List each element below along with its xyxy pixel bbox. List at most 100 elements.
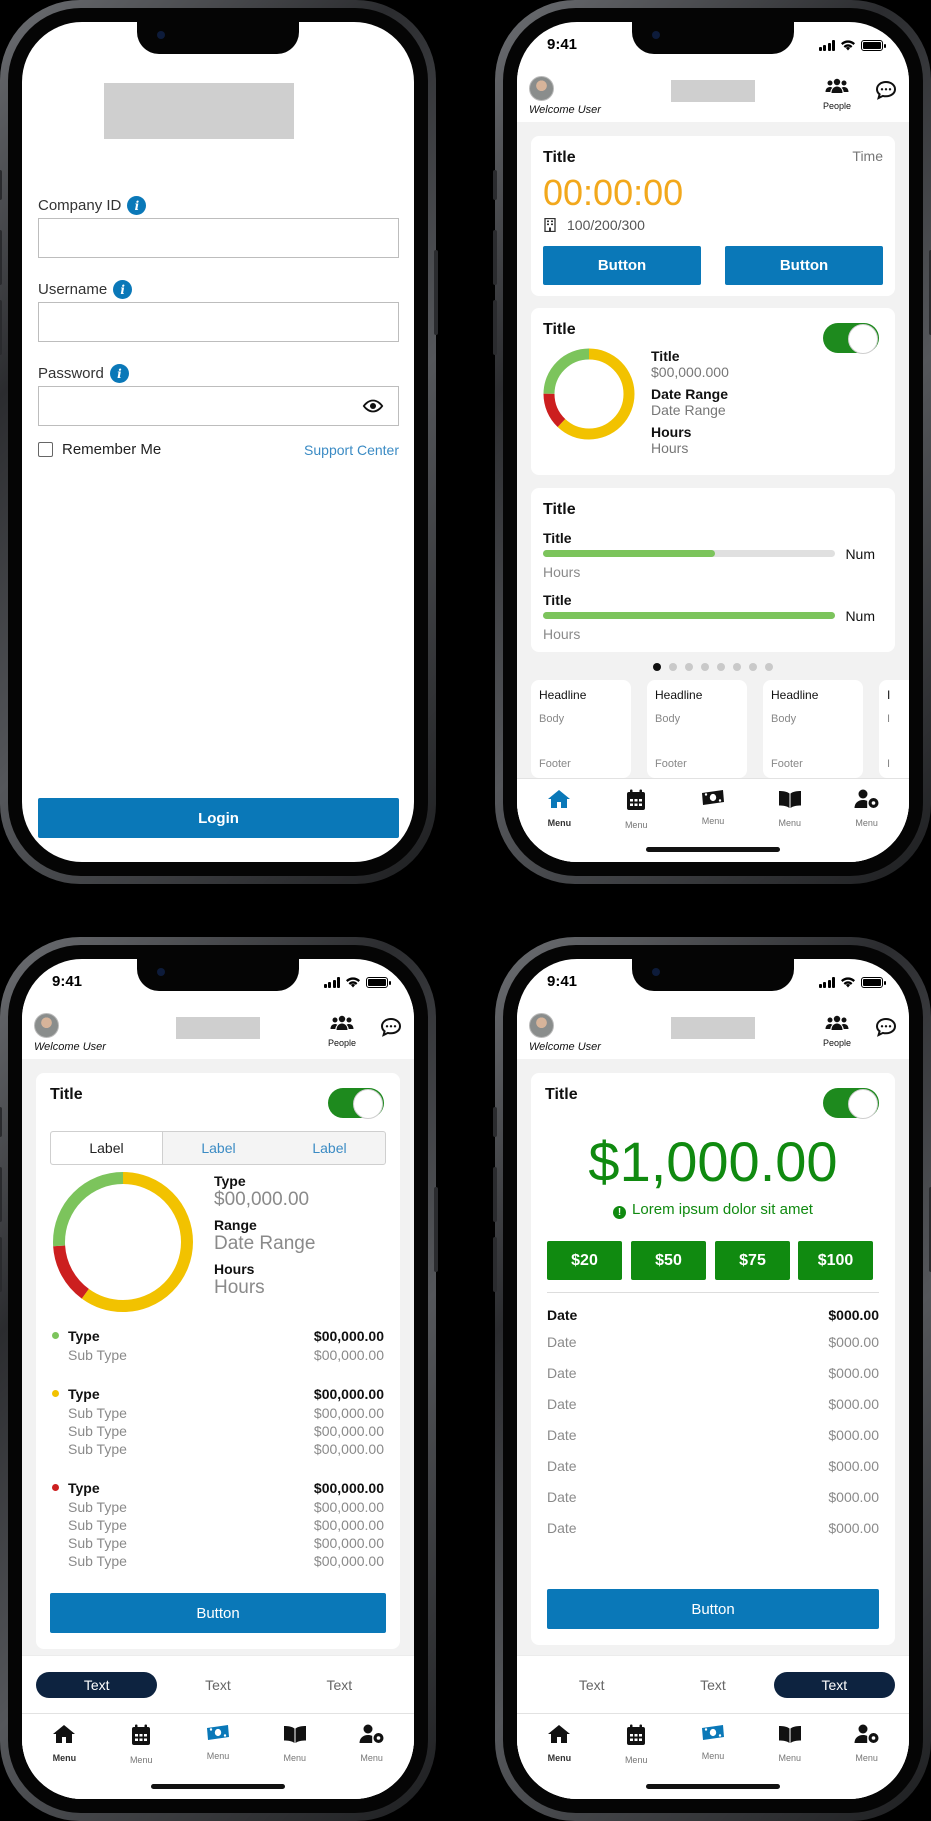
breakdown-card: Title Label Label Label Type $00,000.00 … xyxy=(36,1073,400,1649)
timer-button-1[interactable]: Button xyxy=(543,246,701,285)
tab-label[interactable]: Label xyxy=(51,1132,163,1164)
mini-card[interactable]: I I I xyxy=(879,680,909,778)
people-button[interactable]: People xyxy=(813,1015,861,1048)
pill-option[interactable]: Text xyxy=(279,1672,400,1698)
summary-toggle[interactable] xyxy=(823,323,879,354)
mini-card[interactable]: Headline Body Footer xyxy=(531,680,631,778)
mini-card-carousel[interactable]: Headline Body Footer Headline Body Foote… xyxy=(531,680,909,778)
side-button xyxy=(434,250,438,335)
home-indicator xyxy=(646,847,780,852)
avatar[interactable] xyxy=(529,76,554,101)
signal-icon xyxy=(323,976,340,988)
pager-dot[interactable] xyxy=(733,663,741,671)
mini-card-body: I xyxy=(887,713,891,725)
company-id-input[interactable] xyxy=(38,218,399,258)
pill-option[interactable]: Text xyxy=(531,1672,652,1698)
legend-type: Type xyxy=(68,1480,100,1496)
remember-me-label: Remember Me xyxy=(62,441,162,458)
side-button xyxy=(0,1167,2,1222)
company-id-label: Company ID i xyxy=(38,196,147,215)
legend-amount: $00,000.00 xyxy=(313,1480,384,1496)
password-label: Password i xyxy=(38,364,129,383)
mini-card[interactable]: Headline Body Footer xyxy=(763,680,863,778)
mini-card[interactable]: Headline Body Footer xyxy=(647,680,747,778)
card-title: Title xyxy=(543,501,576,518)
show-password-eye-icon[interactable] xyxy=(362,398,384,414)
pill-option[interactable]: Text xyxy=(36,1671,158,1698)
carousel-pager[interactable] xyxy=(653,663,773,671)
legend-dot xyxy=(52,1390,59,1397)
people-button[interactable]: People xyxy=(813,78,861,111)
chat-icon[interactable] xyxy=(875,1017,897,1037)
info-icon: ! xyxy=(613,1206,627,1219)
nav-item-home[interactable]: Menu xyxy=(521,779,598,862)
pager-dot[interactable] xyxy=(669,663,677,671)
nav-item-user-settings[interactable]: Menu xyxy=(828,1714,905,1799)
progress-row-title: Title xyxy=(543,592,572,608)
nav-item-user-settings[interactable]: Menu xyxy=(828,779,905,862)
pager-dot[interactable] xyxy=(749,663,757,671)
history-row: Date $000.00 xyxy=(547,1458,879,1474)
pill-option[interactable]: Text xyxy=(773,1671,895,1698)
user-settings-icon xyxy=(359,1724,385,1744)
info-icon[interactable]: i xyxy=(109,364,129,383)
pager-dot[interactable] xyxy=(653,663,661,671)
user-settings-icon xyxy=(854,789,880,809)
home-indicator xyxy=(151,1784,285,1789)
pill-option[interactable]: Text xyxy=(652,1672,773,1698)
card-title: Title xyxy=(543,149,576,166)
username-input[interactable] xyxy=(38,302,399,342)
nav-item-home[interactable]: Menu xyxy=(26,1714,103,1799)
remember-me-checkbox[interactable] xyxy=(38,442,53,457)
info-icon[interactable]: i xyxy=(127,196,147,215)
timer-card: Title Time 00:00:00 100/200/300 Button B… xyxy=(531,136,895,296)
password-input[interactable] xyxy=(38,386,399,426)
chat-icon[interactable] xyxy=(380,1017,402,1037)
breakdown-screen: 9:41 Welcome User People Title Label Lab… xyxy=(22,959,414,1799)
pager-dot[interactable] xyxy=(717,663,725,671)
legend-dot xyxy=(52,1332,59,1339)
calendar-icon xyxy=(626,1724,646,1746)
side-button xyxy=(0,170,2,200)
people-button[interactable]: People xyxy=(318,1015,366,1048)
pager-dot[interactable] xyxy=(701,663,709,671)
tab-label[interactable]: Label xyxy=(274,1132,385,1164)
avatar[interactable] xyxy=(34,1013,59,1038)
sub-amount: $00,000.00 xyxy=(313,1517,384,1533)
pager-dot[interactable] xyxy=(765,663,773,671)
quick-amount-button[interactable]: $50 xyxy=(631,1241,706,1280)
divider xyxy=(547,1292,879,1293)
login-button[interactable]: Login xyxy=(38,798,399,838)
nav-item-home[interactable]: Menu xyxy=(521,1714,598,1799)
pager-dot[interactable] xyxy=(685,663,693,671)
pill-option[interactable]: Text xyxy=(157,1672,278,1698)
support-center-link[interactable]: Support Center xyxy=(304,442,399,458)
signal-icon xyxy=(818,976,835,988)
wifi-icon xyxy=(841,40,855,51)
summary-item-value: Hours xyxy=(651,440,689,456)
sub-amount: $00,000.00 xyxy=(313,1347,384,1363)
calendar-icon xyxy=(626,789,646,811)
timer-button-2[interactable]: Button xyxy=(725,246,883,285)
breakdown-item-label: Type xyxy=(214,1173,246,1189)
quick-amount-button[interactable]: $20 xyxy=(547,1241,622,1280)
info-icon[interactable]: i xyxy=(113,280,133,299)
breakdown-button[interactable]: Button xyxy=(50,1593,386,1633)
building-icon xyxy=(544,218,556,232)
quick-amount-button[interactable]: $100 xyxy=(798,1241,873,1280)
breakdown-toggle[interactable] xyxy=(328,1088,384,1119)
nav-item-user-settings[interactable]: Menu xyxy=(333,1714,410,1799)
history-row: Date $000.00 xyxy=(547,1427,879,1443)
legend-type: Type xyxy=(68,1386,100,1402)
quick-amount-button[interactable]: $75 xyxy=(715,1241,790,1280)
dashboard-content: Title Time 00:00:00 100/200/300 Button B… xyxy=(517,122,909,862)
tab-label[interactable]: Label xyxy=(163,1132,274,1164)
payment-button[interactable]: Button xyxy=(547,1589,879,1629)
book-icon xyxy=(778,1724,802,1744)
chat-icon[interactable] xyxy=(875,80,897,100)
payment-toggle[interactable] xyxy=(823,1088,879,1119)
side-button xyxy=(493,1107,497,1137)
avatar[interactable] xyxy=(529,1013,554,1038)
summary-item-label: Title xyxy=(651,348,680,364)
welcome-text: Welcome User xyxy=(529,1041,601,1053)
